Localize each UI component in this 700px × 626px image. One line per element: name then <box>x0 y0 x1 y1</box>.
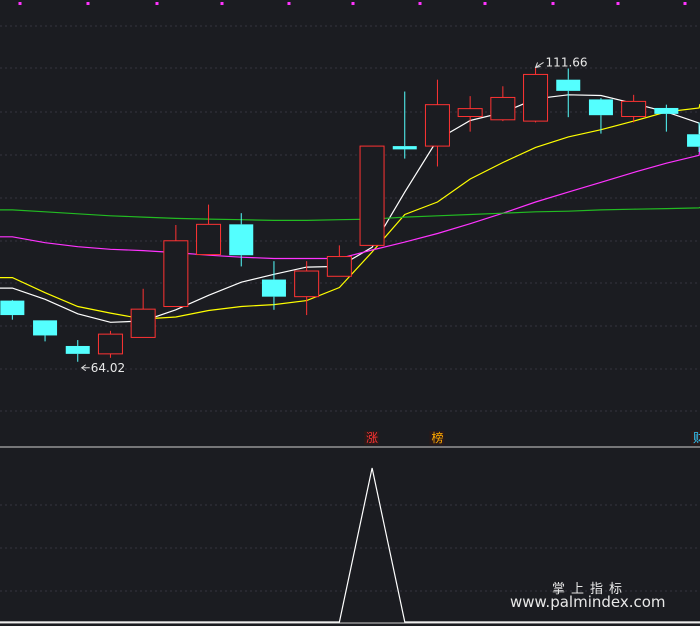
candle-body <box>294 270 320 298</box>
candle-body <box>97 333 123 355</box>
low-price-label: 64.02 <box>91 361 125 375</box>
top-marker-dot <box>616 2 620 5</box>
top-marker-dot <box>155 2 159 5</box>
candle-body <box>261 279 286 297</box>
candle-body <box>424 104 450 147</box>
candle-body <box>0 300 25 316</box>
candle-body <box>654 107 679 114</box>
candle-body <box>326 256 352 277</box>
candle-body <box>687 134 700 147</box>
top-marker-dot <box>287 2 291 5</box>
candle-body <box>556 79 581 91</box>
top-marker-dot <box>418 2 422 5</box>
candle-body <box>490 96 516 121</box>
event-marker: 财 <box>693 431 700 445</box>
candle-body <box>392 146 417 150</box>
event-marker: 榜 <box>431 430 443 445</box>
watermark-url: www.palmindex.com <box>510 593 666 611</box>
event-marker: 涨 <box>366 430 378 445</box>
candle-body <box>33 320 58 336</box>
top-marker-dot <box>18 2 22 5</box>
top-marker-dot <box>220 2 224 5</box>
top-marker-dot <box>86 2 90 5</box>
high-price-label: 111.66 <box>546 55 588 69</box>
top-marker-dot <box>351 2 355 5</box>
candle-body <box>130 308 156 338</box>
candle-body <box>229 224 254 256</box>
candle-body <box>457 108 483 118</box>
stock-chart: 64.02 111.66 涨 榜 财 <box>0 0 700 626</box>
top-marker-dot <box>483 2 487 5</box>
candle-body <box>523 73 549 122</box>
chart-background <box>0 0 700 626</box>
candle-body <box>65 345 90 354</box>
candle-body <box>163 240 189 308</box>
top-marker-dot <box>551 2 555 5</box>
candle-body <box>359 145 385 246</box>
candle-body <box>588 99 613 116</box>
candle-body <box>196 223 222 256</box>
top-marker-dot <box>683 2 687 5</box>
candle-body <box>621 100 647 118</box>
